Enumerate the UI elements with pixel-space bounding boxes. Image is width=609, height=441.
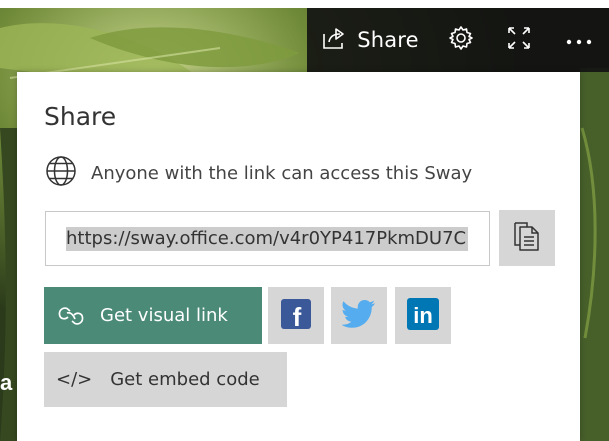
facebook-glyph: f xyxy=(293,302,302,329)
share-icon xyxy=(321,25,347,55)
link-icon xyxy=(56,301,86,331)
fullscreen-button[interactable] xyxy=(489,8,549,72)
share-linkedin-button[interactable]: in xyxy=(395,287,451,344)
more-icon xyxy=(565,31,593,50)
share-facebook-button[interactable]: f xyxy=(268,287,324,344)
share-twitter-button[interactable] xyxy=(331,287,387,344)
share-button-label: Share xyxy=(357,28,419,52)
facebook-icon: f xyxy=(281,298,311,333)
background-edge-text: a xyxy=(0,370,13,395)
access-text: Anyone with the link can access this Swa… xyxy=(91,162,473,184)
get-visual-link-label: Get visual link xyxy=(100,305,228,326)
code-icon: </> xyxy=(56,369,93,390)
globe-icon xyxy=(44,154,78,192)
linkedin-icon: in xyxy=(407,297,439,334)
get-embed-code-label: Get embed code xyxy=(110,369,260,390)
copy-link-button[interactable] xyxy=(499,210,555,266)
share-panel-title: Share xyxy=(44,102,117,131)
copy-icon xyxy=(511,219,543,257)
share-panel: Share Anyone with the link can access th… xyxy=(17,72,580,441)
twitter-icon xyxy=(341,299,376,332)
settings-icon xyxy=(447,24,475,56)
access-info: Anyone with the link can access this Swa… xyxy=(44,154,472,192)
linkedin-glyph: in xyxy=(413,303,433,328)
more-options-button[interactable] xyxy=(549,8,609,72)
top-strip xyxy=(0,0,609,8)
fullscreen-icon xyxy=(505,24,533,56)
get-embed-code-button[interactable]: </> Get embed code xyxy=(44,352,287,407)
get-visual-link-button[interactable]: Get visual link xyxy=(44,287,262,344)
share-link-input[interactable]: https://sway.office.com/v4r0YP417PkmDU7C xyxy=(45,211,490,266)
settings-button[interactable] xyxy=(433,8,489,72)
share-button[interactable]: Share xyxy=(307,8,433,72)
share-link-value[interactable]: https://sway.office.com/v4r0YP417PkmDU7C xyxy=(66,226,469,251)
top-toolbar: Share xyxy=(307,8,609,72)
